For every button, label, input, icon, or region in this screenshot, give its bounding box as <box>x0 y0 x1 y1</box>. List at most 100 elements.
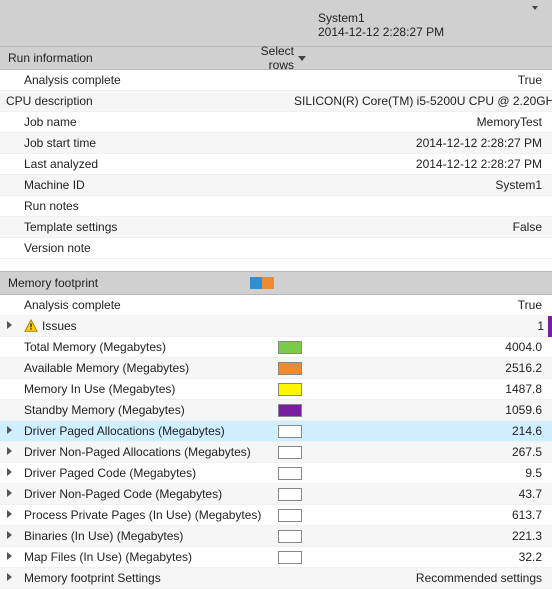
legend-swatch <box>278 551 302 564</box>
table-row[interactable]: Analysis complete True <box>0 70 552 91</box>
table-row[interactable]: Template settings False <box>0 217 552 238</box>
row-label: Standby Memory (Megabytes) <box>24 403 185 417</box>
row-value: 2014-12-12 2:28:27 PM <box>312 157 552 171</box>
table-row[interactable]: Total Memory (Megabytes) 4004.0 <box>0 337 552 358</box>
expander[interactable] <box>0 531 18 542</box>
row-label: Map Files (In Use) (Megabytes) <box>24 550 192 564</box>
row-value: SILICON(R) Core(TM) i5-5200U CPU @ 2.20G… <box>294 94 552 108</box>
expander[interactable] <box>0 552 18 563</box>
expander[interactable] <box>0 468 18 479</box>
row-value: 2014-12-12 2:28:27 PM <box>312 136 552 150</box>
row-label: Memory footprint Settings <box>24 571 161 585</box>
row-value: MemoryTest <box>312 115 552 129</box>
chevron-right-icon <box>7 321 12 332</box>
row-value: False <box>312 220 552 234</box>
legend-swatch <box>278 341 302 354</box>
legend-swatch <box>278 488 302 501</box>
legend-swatch <box>262 277 274 289</box>
expander[interactable] <box>0 510 18 521</box>
row-label: Binaries (In Use) (Megabytes) <box>24 529 183 543</box>
chevron-right-icon <box>7 447 12 458</box>
chevron-right-icon <box>7 426 12 437</box>
row-value: 43.7 <box>312 487 552 501</box>
row-value: 32.2 <box>312 550 552 564</box>
row-value: 9.5 <box>312 466 552 480</box>
row-label: Driver Paged Allocations (Megabytes) <box>24 424 225 438</box>
row-value: 1059.6 <box>312 403 552 417</box>
legend-swatch <box>278 383 302 396</box>
table-row[interactable]: Memory In Use (Megabytes) 1487.8 <box>0 379 552 400</box>
section-header-swatches <box>250 277 310 289</box>
row-label: Available Memory (Megabytes) <box>24 361 189 375</box>
warning-icon <box>24 319 38 333</box>
system-timestamp: 2014-12-12 2:28:27 PM <box>318 25 544 39</box>
row-label: Job name <box>24 115 77 129</box>
table-row[interactable]: Run notes <box>0 196 552 217</box>
expander[interactable] <box>0 426 18 437</box>
row-label: CPU description <box>6 94 93 108</box>
table-row[interactable]: Map Files (In Use) (Megabytes) 32.2 <box>0 547 552 568</box>
row-value: True <box>312 73 552 87</box>
chevron-right-icon <box>7 468 12 479</box>
table-row[interactable]: Memory footprint Settings Recommended set… <box>0 568 552 589</box>
table-row[interactable]: Standby Memory (Megabytes) 1059.6 <box>0 400 552 421</box>
table-row[interactable]: Job name MemoryTest <box>0 112 552 133</box>
row-label: Driver Non-Paged Code (Megabytes) <box>24 487 222 501</box>
table-row[interactable]: Binaries (In Use) (Megabytes)221.3 <box>0 526 552 547</box>
row-value: 4004.0 <box>312 340 552 354</box>
column-header: System1 2014-12-12 2:28:27 PM <box>0 0 552 46</box>
row-value: 2516.2 <box>312 361 552 375</box>
row-value: Recommended settings <box>312 571 552 585</box>
issue-flag <box>548 316 552 337</box>
chevron-down-icon[interactable] <box>532 6 538 10</box>
section-header-run-information[interactable]: Run information Select rows <box>0 46 552 70</box>
row-label: Total Memory (Megabytes) <box>24 340 166 354</box>
table-row[interactable]: Available Memory (Megabytes) 2516.2 <box>0 358 552 379</box>
table-row[interactable]: Driver Non-Paged Allocations (Megabytes)… <box>0 442 552 463</box>
section-title: Run information <box>0 51 250 65</box>
row-label: Issues <box>42 319 77 333</box>
table-row[interactable]: Issues 1 <box>0 316 552 337</box>
legend-swatch <box>278 362 302 375</box>
row-value: 214.6 <box>312 424 552 438</box>
row-label: Process Private Pages (In Use) (Megabyte… <box>24 508 261 522</box>
expander[interactable] <box>0 573 18 584</box>
legend-swatch <box>278 467 302 480</box>
row-value: 1487.8 <box>312 382 552 396</box>
table-row[interactable]: CPU description SILICON(R) Core(TM) i5-52… <box>0 91 552 112</box>
row-label: Driver Paged Code (Megabytes) <box>24 466 196 480</box>
table-row[interactable]: Job start time 2014-12-12 2:28:27 PM <box>0 133 552 154</box>
row-label: Template settings <box>24 220 117 234</box>
table-row[interactable]: Driver Non-Paged Code (Megabytes) 43.7 <box>0 484 552 505</box>
chevron-down-icon <box>298 56 306 61</box>
row-value: System1 <box>312 178 552 192</box>
row-label: Machine ID <box>24 178 85 192</box>
table-row[interactable]: Machine ID System1 <box>0 175 552 196</box>
row-value: True <box>312 298 552 312</box>
table-row[interactable]: Analysis completeTrue <box>0 295 552 316</box>
legend-swatch <box>278 404 302 417</box>
expander[interactable] <box>0 447 18 458</box>
legend-swatch <box>278 530 302 543</box>
section-header-memory-footprint[interactable]: Memory footprint <box>0 271 552 295</box>
row-label: Job start time <box>24 136 96 150</box>
expander[interactable] <box>0 489 18 500</box>
table-row[interactable]: Driver Paged Code (Megabytes) 9.5 <box>0 463 552 484</box>
select-rows-button[interactable]: Select rows <box>250 44 310 72</box>
row-label: Memory In Use (Megabytes) <box>24 382 175 396</box>
system-column-header[interactable]: System1 2014-12-12 2:28:27 PM <box>310 0 552 46</box>
memory-footprint-rows: Analysis completeTrue Issues 1 Total Memory… <box>0 295 552 589</box>
table-row[interactable]: Last analyzed 2014-12-12 2:28:27 PM <box>0 154 552 175</box>
expander[interactable] <box>0 321 18 332</box>
table-row[interactable]: Process Private Pages (In Use) (Megabyte… <box>0 505 552 526</box>
table-row[interactable]: Version note <box>0 238 552 259</box>
chevron-right-icon <box>7 489 12 500</box>
chevron-right-icon <box>7 531 12 542</box>
row-label: Last analyzed <box>24 157 98 171</box>
row-label: Analysis complete <box>24 73 121 87</box>
run-information-rows: Analysis complete True CPU description SILI… <box>0 70 552 259</box>
section-title: Memory footprint <box>0 276 250 290</box>
table-row[interactable]: Driver Paged Allocations (Megabytes) 214.… <box>0 421 552 442</box>
legend-swatch <box>278 425 302 438</box>
row-value: 1 <box>312 319 548 333</box>
